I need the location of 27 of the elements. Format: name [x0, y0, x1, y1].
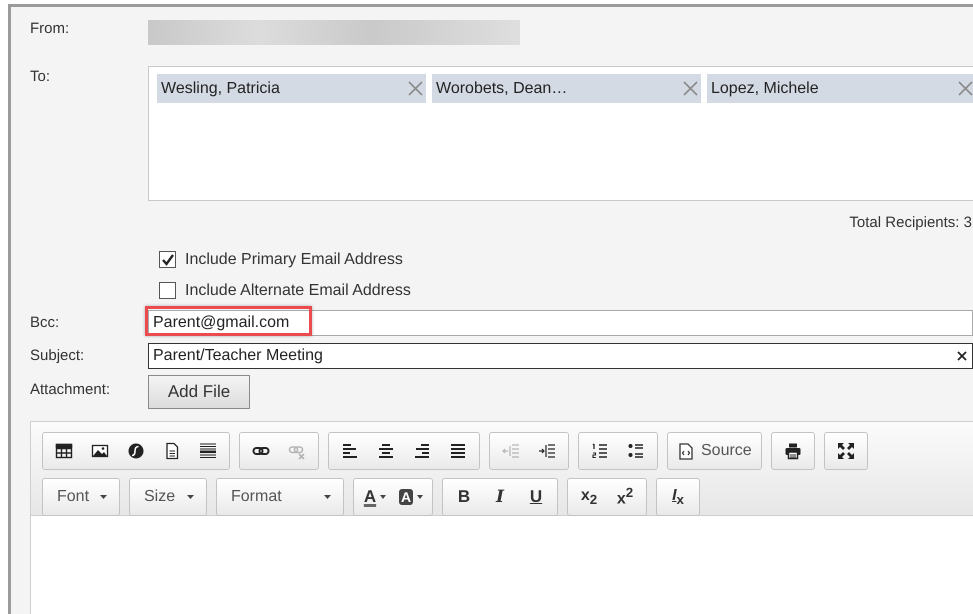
- checkbox-label: Include Primary Email Address: [185, 250, 403, 268]
- script-button[interactable]: x$^{2}$: [607, 481, 643, 513]
- underline-button[interactable]: U: [518, 481, 554, 513]
- dropdown[interactable]: Font: [43, 479, 119, 515]
- italic-button[interactable]: I: [482, 481, 518, 513]
- source-button[interactable]: Source: [671, 435, 758, 467]
- add-file-button[interactable]: Add File: [148, 375, 250, 409]
- subject-label: Subject:: [30, 347, 86, 364]
- total-recipients: Total Recipients: 3: [849, 214, 972, 233]
- recipients-field[interactable]: Wesling, Patricia Worobets, Dean… Lopez, Michele: [148, 66, 973, 201]
- script-button[interactable]: x$_{2}$: [571, 481, 607, 513]
- dropdown[interactable]: Size: [130, 479, 206, 515]
- clear-format-button[interactable]: I$_{x}$: [660, 481, 696, 513]
- bcc-label: Bcc:: [30, 314, 60, 331]
- attachment-label: Attachment:: [30, 381, 112, 398]
- subject-field[interactable]: Parent/Teacher Meeting: [148, 342, 973, 368]
- bcc-field[interactable]: Parent@gmail.com: [148, 310, 973, 336]
- recipient-chip[interactable]: Wesling, Patricia: [157, 74, 426, 103]
- background-color-button[interactable]: A: [393, 481, 429, 513]
- to-label: To:: [30, 68, 52, 85]
- recipient-chip[interactable]: Lopez, Michele: [707, 74, 973, 103]
- from-label: From:: [30, 20, 70, 37]
- recipient-chip[interactable]: Worobets, Dean…: [432, 74, 701, 103]
- bold-button[interactable]: B: [446, 481, 482, 513]
- checkbox-label: Include Alternate Email Address: [185, 282, 411, 300]
- dropdown[interactable]: Format: [217, 479, 343, 515]
- text-color-button[interactable]: A: [357, 481, 393, 513]
